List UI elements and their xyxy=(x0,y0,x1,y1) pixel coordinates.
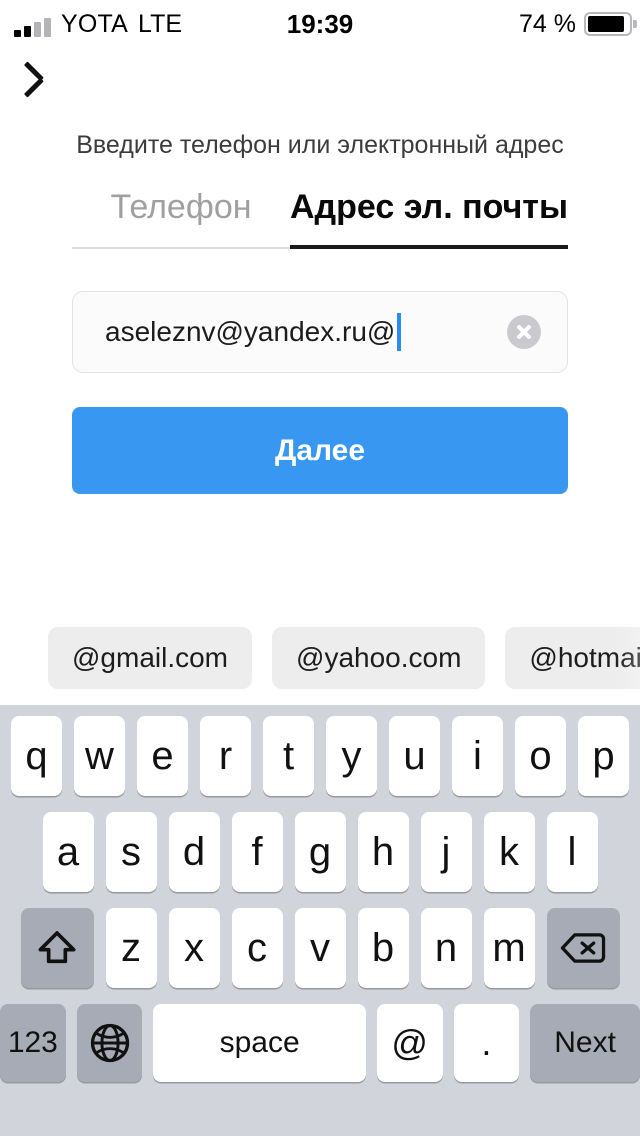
key-t[interactable]: t xyxy=(263,716,314,796)
key-z[interactable]: z xyxy=(105,908,157,988)
keyboard-row-2: a s d f g h j k l xyxy=(0,812,640,892)
key-s[interactable]: s xyxy=(105,812,157,892)
key-j[interactable]: j xyxy=(420,812,472,892)
dot-key[interactable]: . xyxy=(453,1004,520,1082)
key-q[interactable]: q xyxy=(11,716,62,796)
back-chevron-icon xyxy=(39,67,61,105)
key-u[interactable]: u xyxy=(389,716,440,796)
key-h[interactable]: h xyxy=(357,812,409,892)
key-c[interactable]: c xyxy=(231,908,283,988)
numbers-key[interactable]: 123 xyxy=(0,1004,66,1082)
app-screen: YOTA LTE 19:39 74 % Введите телефон или … xyxy=(0,0,640,1136)
suggestion-chip-hotmail[interactable]: @hotmail.com xyxy=(505,627,640,689)
back-button[interactable] xyxy=(22,58,78,114)
tab-phone[interactable]: Телефон xyxy=(72,188,290,249)
battery-icon xyxy=(584,12,637,36)
return-key[interactable]: Next xyxy=(530,1004,640,1082)
keyboard-row-4: 123 space @ . Next xyxy=(0,1004,640,1082)
key-g[interactable]: g xyxy=(294,812,346,892)
status-bar-right: 74 % xyxy=(519,9,637,39)
clear-circle-icon[interactable] xyxy=(507,315,541,349)
email-field-text-wrap: aseleznv@yandex.ru@ xyxy=(105,313,402,351)
key-b[interactable]: b xyxy=(357,908,409,988)
key-i[interactable]: i xyxy=(452,716,503,796)
space-key[interactable]: space xyxy=(153,1004,366,1082)
key-k[interactable]: k xyxy=(483,812,535,892)
key-e[interactable]: e xyxy=(137,716,188,796)
keyboard-row-1: q w e r t y u i o p xyxy=(0,716,640,796)
backspace-key[interactable] xyxy=(546,908,620,988)
email-field-value: aseleznv@yandex.ru@ xyxy=(105,316,396,347)
page-subtitle: Введите телефон или электронный адрес xyxy=(76,131,564,159)
globe-icon xyxy=(90,1023,129,1063)
text-caret xyxy=(397,313,402,351)
shift-arrow-icon xyxy=(38,931,76,964)
key-n[interactable]: n xyxy=(420,908,472,988)
auth-method-tabs: Телефон Адрес эл. почты xyxy=(72,188,568,249)
shift-key[interactable] xyxy=(20,908,94,988)
suggestion-chip-yahoo[interactable]: @yahoo.com xyxy=(272,627,486,689)
at-key[interactable]: @ xyxy=(376,1004,443,1082)
key-m[interactable]: m xyxy=(483,908,535,988)
battery-percent-label: 74 % xyxy=(519,9,576,38)
on-screen-keyboard: q w e r t y u i o p a s d f g h j k l z … xyxy=(0,705,640,1136)
key-r[interactable]: r xyxy=(200,716,251,796)
key-x[interactable]: x xyxy=(168,908,220,988)
email-field[interactable]: aseleznv@yandex.ru@ xyxy=(72,291,568,373)
keyboard-row-3: z x c v b n m xyxy=(0,908,640,988)
key-w[interactable]: w xyxy=(74,716,125,796)
key-o[interactable]: o xyxy=(515,716,566,796)
key-d[interactable]: d xyxy=(168,812,220,892)
key-f[interactable]: f xyxy=(231,812,283,892)
key-l[interactable]: l xyxy=(546,812,598,892)
backspace-icon xyxy=(560,933,606,963)
suggestion-chip-gmail[interactable]: @gmail.com xyxy=(48,627,253,689)
navigation-bar xyxy=(0,50,640,120)
key-p[interactable]: p xyxy=(578,716,629,796)
key-v[interactable]: v xyxy=(294,908,346,988)
status-bar: YOTA LTE 19:39 74 % xyxy=(0,0,640,48)
tab-email[interactable]: Адрес эл. почты xyxy=(289,188,568,249)
key-a[interactable]: a xyxy=(42,812,94,892)
key-y[interactable]: y xyxy=(326,716,377,796)
email-domain-suggestions: @gmail.com @yahoo.com @hotmail.com xyxy=(0,627,640,689)
globe-key[interactable] xyxy=(76,1004,143,1082)
next-button[interactable]: Далее xyxy=(72,407,568,494)
